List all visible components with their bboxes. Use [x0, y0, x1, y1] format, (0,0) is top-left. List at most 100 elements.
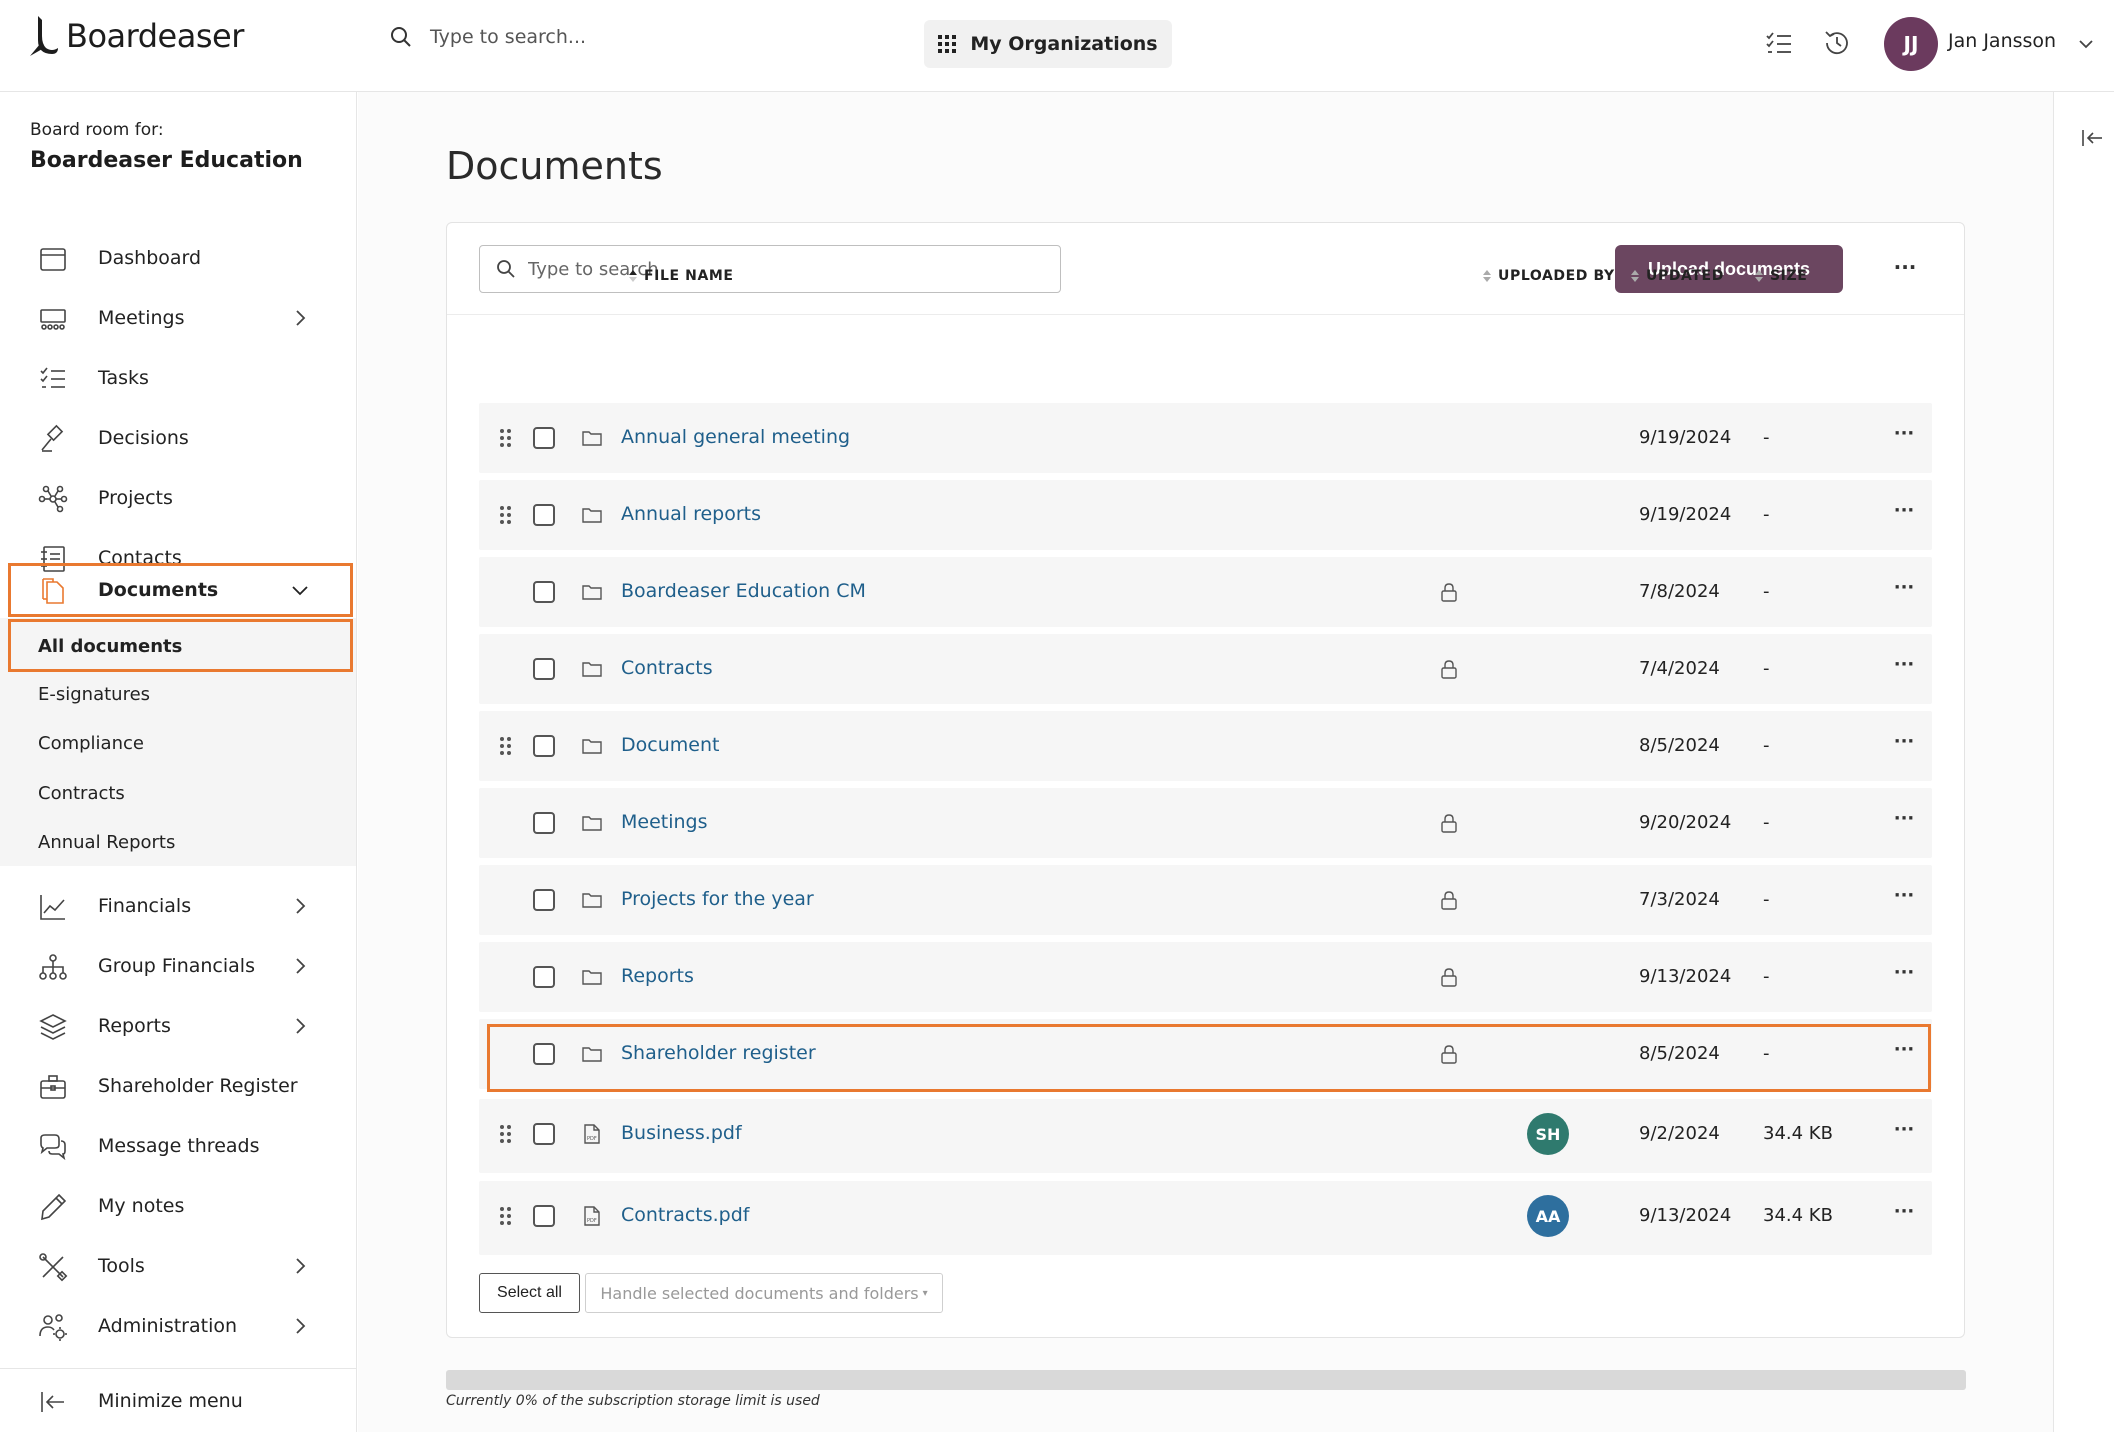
row-checkbox[interactable]	[533, 889, 555, 911]
drag-handle-icon[interactable]	[499, 736, 513, 756]
table-row[interactable]: Boardeaser Education CM 7/8/2024 - ···	[479, 557, 1932, 627]
sidebar-item-group-financials[interactable]: Group Financials	[0, 938, 356, 994]
sidebar-item-label: Dashboard	[98, 247, 202, 269]
table-row[interactable]: Meetings 9/20/2024 - ···	[479, 788, 1932, 858]
table-row[interactable]: PDF Business.pdf SH 9/2/2024 34.4 KB ···	[479, 1099, 1932, 1173]
collapse-panel-icon[interactable]	[2080, 126, 2104, 150]
file-name-link[interactable]: Meetings	[621, 811, 708, 833]
sidebar-item-label: Projects	[98, 487, 173, 509]
row-more-options-button[interactable]: ···	[1889, 496, 1919, 526]
meeting-icon	[40, 309, 66, 330]
file-name-link[interactable]: Contracts	[621, 657, 713, 679]
sidebar-item-label: Administration	[98, 1315, 238, 1337]
sidebar-item-my-notes[interactable]: My notes	[0, 1178, 356, 1234]
file-name-link[interactable]: Annual reports	[621, 503, 761, 525]
drag-handle-icon[interactable]	[499, 1124, 513, 1144]
drag-handle-icon[interactable]	[499, 428, 513, 448]
row-more-options-button[interactable]: ···	[1889, 573, 1919, 603]
row-more-options-button[interactable]: ···	[1889, 958, 1919, 988]
sidebar-item-message-threads[interactable]: Message threads	[0, 1118, 356, 1174]
row-more-options-button[interactable]: ···	[1889, 1115, 1919, 1145]
documents-search[interactable]	[479, 245, 1061, 293]
row-more-options-button[interactable]: ···	[1889, 881, 1919, 911]
column-header-uploaded-by[interactable]: UPLOADED BY	[1482, 268, 1615, 284]
documents-search-input[interactable]	[528, 256, 1048, 282]
file-name-link[interactable]: Projects for the year	[621, 888, 814, 910]
chevron-down-icon[interactable]	[2076, 34, 2096, 54]
row-checkbox[interactable]	[533, 735, 555, 757]
row-more-options-button[interactable]: ···	[1889, 727, 1919, 757]
row-more-options-button[interactable]: ···	[1889, 650, 1919, 680]
sidebar-item-label: Reports	[98, 1015, 171, 1037]
sidebar-item-decisions[interactable]: Decisions	[0, 410, 356, 466]
handle-selected-dropdown[interactable]: Handle selected documents and folders ▾	[585, 1273, 943, 1313]
folder-icon	[582, 662, 602, 677]
my-organizations-button[interactable]: My Organizations	[924, 20, 1172, 68]
row-more-options-button[interactable]: ···	[1889, 804, 1919, 834]
file-name-link[interactable]: Document	[621, 734, 719, 756]
row-checkbox[interactable]	[533, 1205, 555, 1227]
row-checkbox[interactable]	[533, 581, 555, 603]
sidebar-item-reports[interactable]: Reports	[0, 998, 356, 1054]
network-icon	[38, 485, 68, 513]
uploader-avatar: AA	[1527, 1195, 1569, 1237]
task-list-icon[interactable]	[1764, 28, 1794, 58]
sidebar-item-projects[interactable]: Projects	[0, 470, 356, 526]
row-checkbox[interactable]	[533, 966, 555, 988]
submenu-annual-reports[interactable]: Annual Reports	[38, 832, 175, 853]
global-search[interactable]: Type to search...	[390, 26, 586, 48]
row-checkbox[interactable]	[533, 812, 555, 834]
row-more-options-button[interactable]: ···	[1889, 419, 1919, 449]
sidebar-item-financials[interactable]: Financials	[0, 878, 356, 934]
drag-handle-icon[interactable]	[499, 1206, 513, 1226]
file-size: -	[1763, 581, 1770, 602]
calendar-icon	[40, 248, 66, 271]
file-name-link[interactable]: Contracts.pdf	[621, 1204, 749, 1226]
table-row[interactable]: Annual general meeting 9/19/2024 - ···	[479, 403, 1932, 473]
sidebar-footer: Minimize menu	[0, 1368, 356, 1432]
column-header-file-name[interactable]: FILE NAME	[628, 268, 734, 284]
table-row[interactable]: Reports 9/13/2024 - ···	[479, 942, 1932, 1012]
row-checkbox[interactable]	[533, 658, 555, 680]
user-name[interactable]: Jan Jansson	[1948, 30, 2056, 52]
column-header-size[interactable]: SIZE	[1754, 268, 1807, 284]
drag-handle-icon[interactable]	[499, 505, 513, 525]
sidebar-item-tools[interactable]: Tools	[0, 1238, 356, 1294]
more-options-button[interactable]: ···	[1891, 255, 1919, 283]
table-row[interactable]: Contracts 7/4/2024 - ···	[479, 634, 1932, 704]
sidebar-item-tasks[interactable]: Tasks	[0, 350, 356, 406]
minimize-menu-button[interactable]: Minimize menu	[0, 1373, 356, 1429]
submenu-compliance[interactable]: Compliance	[38, 733, 144, 754]
column-header-updated[interactable]: UPDATED	[1630, 268, 1724, 284]
file-name-link[interactable]: Business.pdf	[621, 1122, 742, 1144]
row-checkbox[interactable]	[533, 504, 555, 526]
pdf-file-icon: PDF	[584, 1206, 600, 1226]
file-name-link[interactable]: Annual general meeting	[621, 426, 850, 448]
highlight-all-documents	[8, 619, 353, 672]
file-name-link[interactable]: Boardeaser Education CM	[621, 580, 866, 602]
table-row[interactable]: Annual reports 9/19/2024 - ···	[479, 480, 1932, 550]
users-gear-icon	[39, 1314, 67, 1341]
updated-date: 7/4/2024	[1639, 658, 1720, 679]
submenu-contracts[interactable]: Contracts	[38, 783, 125, 804]
sidebar-item-administration[interactable]: Administration	[0, 1298, 356, 1354]
sidebar-item-dashboard[interactable]: Dashboard	[0, 230, 356, 286]
select-all-button[interactable]: Select all	[479, 1273, 580, 1313]
file-size: -	[1763, 889, 1770, 910]
row-more-options-button[interactable]: ···	[1889, 1197, 1919, 1227]
table-row[interactable]: Projects for the year 7/3/2024 - ···	[479, 865, 1932, 935]
folder-icon	[582, 739, 602, 754]
row-checkbox[interactable]	[533, 1123, 555, 1145]
sidebar-item-meetings[interactable]: Meetings	[0, 290, 356, 346]
submenu-e-signatures[interactable]: E-signatures	[38, 684, 150, 705]
history-icon[interactable]	[1822, 28, 1852, 58]
file-name-link[interactable]: Reports	[621, 965, 694, 987]
table-row[interactable]: PDF Contracts.pdf AA 9/13/2024 34.4 KB ···	[479, 1181, 1932, 1255]
sidebar-item-shareholder-register[interactable]: Shareholder Register	[0, 1058, 356, 1114]
lock-icon	[1441, 968, 1457, 987]
table-row[interactable]: Document 8/5/2024 - ···	[479, 711, 1932, 781]
app-logo[interactable]: Boardeaser	[28, 14, 244, 58]
updated-date: 8/5/2024	[1639, 735, 1720, 756]
row-checkbox[interactable]	[533, 427, 555, 449]
user-avatar[interactable]: JJ	[1884, 17, 1938, 71]
